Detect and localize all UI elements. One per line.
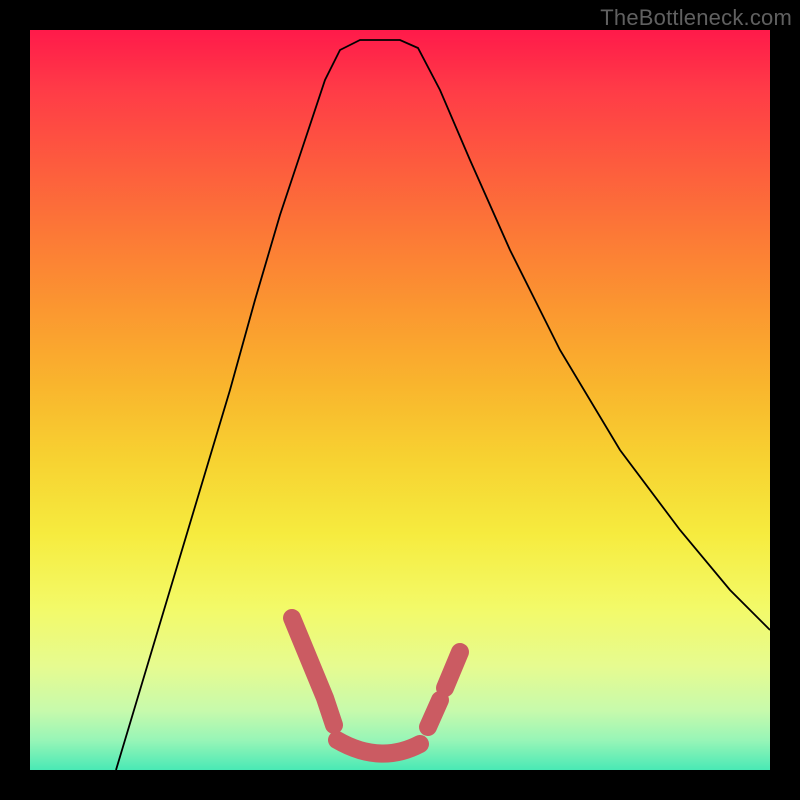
chart-svg <box>30 30 770 770</box>
valley-left-segment <box>292 618 334 725</box>
watermark-text: TheBottleneck.com <box>600 5 792 31</box>
valley-highlight-group <box>292 618 460 754</box>
outer-black-frame: TheBottleneck.com <box>0 0 800 800</box>
valley-right-dash-2 <box>445 652 460 688</box>
valley-right-dash-1 <box>428 700 440 727</box>
chart-gradient-area <box>30 30 770 770</box>
bottleneck-curve <box>116 40 770 770</box>
valley-floor-segment <box>337 740 420 754</box>
